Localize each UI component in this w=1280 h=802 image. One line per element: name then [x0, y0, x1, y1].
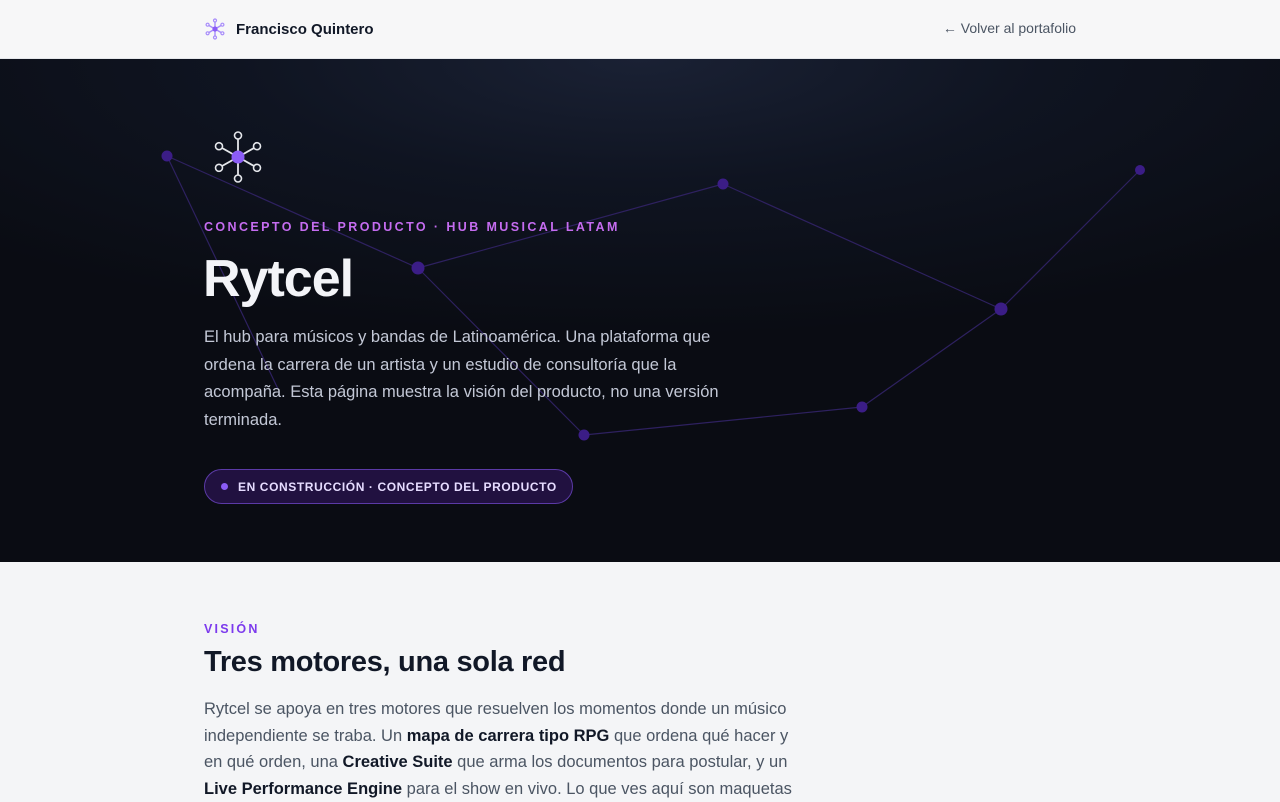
- network-node: [994, 302, 1008, 316]
- network-background: [161, 150, 1145, 441]
- vision-highlight: Creative Suite: [342, 753, 453, 771]
- status-badge: EN CONSTRUCCIÓN · CONCEPTO DEL PRODUCTO: [204, 469, 573, 504]
- vision-text-part: que arma los documentos para postular, y…: [452, 753, 788, 771]
- vision-eyebrow: VISIÓN: [204, 622, 260, 636]
- network-node: [161, 150, 173, 162]
- hero-section: CONCEPTO DEL PRODUCTO · HUB MUSICAL LATA…: [0, 59, 1280, 562]
- vision-section: VISIÓN Tres motores, una sola red Rytcel…: [0, 562, 1280, 800]
- network-hub-icon: [205, 18, 225, 40]
- vision-highlight: mapa de carrera tipo RPG: [406, 726, 610, 745]
- status-dot-icon: [221, 483, 228, 490]
- back-to-portfolio-link[interactable]: ← Volver al portafolio: [943, 20, 1076, 36]
- network-node: [411, 261, 425, 275]
- vision-highlight: Live Performance Engine: [204, 779, 403, 798]
- vision-paragraph: Rytcel se apoya en tres motores que resu…: [204, 696, 794, 802]
- brand-link[interactable]: Francisco Quintero: [204, 18, 374, 40]
- network-node: [1135, 165, 1145, 175]
- vision-title: Tres motores, una sola red: [204, 646, 566, 678]
- vision-text-part: para el show en vivo. Lo que ves aquí so…: [402, 779, 792, 798]
- network-hub-icon: [214, 131, 262, 183]
- hero-title: Rytcel: [203, 250, 354, 308]
- status-badge-label: EN CONSTRUCCIÓN · CONCEPTO DEL PRODUCTO: [238, 479, 557, 494]
- brand-name: Francisco Quintero: [236, 20, 374, 38]
- network-node: [856, 401, 868, 413]
- hero-description: El hub para músicos y bandas de Latinoam…: [204, 328, 719, 429]
- top-nav: Francisco Quintero ← Volver al portafoli…: [0, 0, 1280, 59]
- network-node: [717, 178, 729, 190]
- hero-eyebrow: CONCEPTO DEL PRODUCTO · HUB MUSICAL LATA…: [204, 220, 620, 234]
